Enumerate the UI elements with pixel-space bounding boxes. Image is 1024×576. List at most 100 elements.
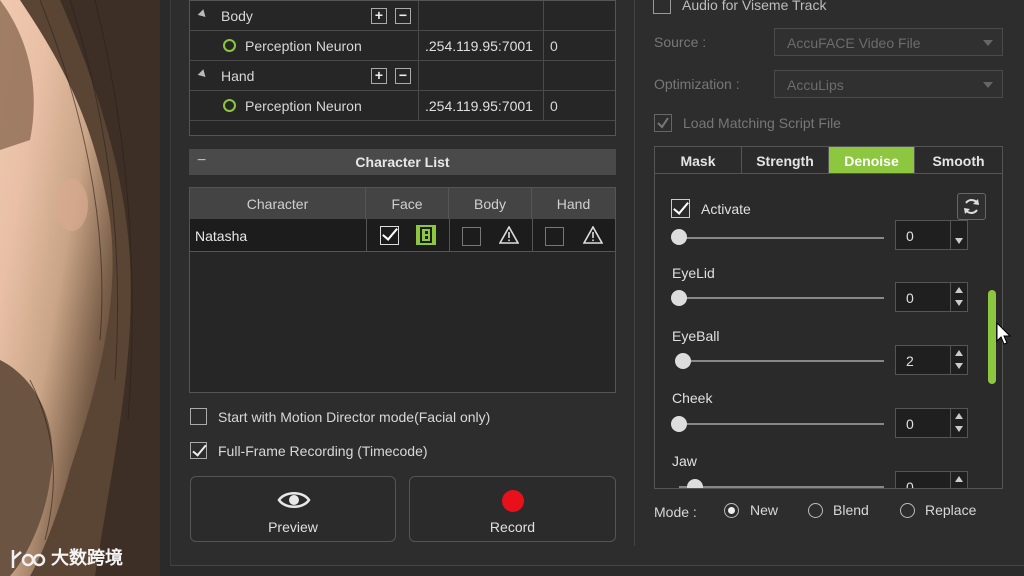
character-list-header[interactable]: − Character List — [189, 149, 616, 175]
tab-mask[interactable]: Mask — [655, 147, 742, 173]
slider-label-eyelid: EyeLid — [672, 265, 715, 281]
reset-button[interactable] — [957, 193, 986, 220]
mode-new-label: New — [750, 502, 779, 518]
full-frame-label: Full-Frame Recording (Timecode) — [218, 443, 428, 459]
decrement-icon[interactable] — [955, 300, 963, 306]
watermark: 大数跨境 — [10, 544, 123, 570]
status-indicator-icon — [223, 99, 236, 112]
slider-track[interactable] — [679, 423, 884, 425]
slider-track[interactable] — [679, 486, 884, 488]
source-label: Source : — [654, 34, 707, 50]
activate-checkbox[interactable] — [671, 199, 690, 218]
slider-label-eyeball: EyeBall — [672, 328, 720, 344]
warning-icon — [583, 226, 603, 244]
load-script-checkbox[interactable] — [654, 114, 672, 132]
spin-value: 0 — [906, 228, 914, 244]
app-window: Body + − Perception Neuron .254.119.95:7… — [0, 0, 1024, 576]
slider-track[interactable] — [679, 237, 884, 239]
add-device-button[interactable]: + — [371, 8, 387, 24]
face-checkbox[interactable] — [380, 226, 399, 245]
load-script-label: Load Matching Script File — [683, 115, 841, 131]
slider-label-jaw: Jaw — [672, 453, 697, 469]
add-device-button[interactable]: + — [371, 68, 387, 84]
remove-device-button[interactable]: − — [395, 68, 411, 84]
mode-replace-label: Replace — [925, 502, 977, 518]
optimization-label: Optimization : — [654, 76, 740, 92]
record-button[interactable]: Record — [409, 476, 616, 542]
source-select[interactable]: AccuFACE Video File — [774, 28, 1003, 56]
column-header-hand[interactable]: Hand — [532, 188, 615, 219]
tab-smooth[interactable]: Smooth — [915, 147, 1002, 173]
device-ip[interactable]: .254.119.95:7001 — [419, 91, 544, 120]
spin-value: 0 — [906, 290, 914, 306]
full-frame-checkbox[interactable] — [190, 442, 207, 459]
denoise-panel: Activate 0 EyeLid 0 EyeBall 2 Cheek 0 Ja… — [654, 174, 1003, 489]
slider-knob[interactable] — [671, 416, 687, 432]
mode-blend-label: Blend — [833, 502, 869, 518]
check-icon — [657, 117, 669, 129]
group-label: Hand — [221, 68, 255, 84]
value-spinbox[interactable]: 0 — [895, 220, 968, 250]
remove-device-button[interactable]: − — [395, 8, 411, 24]
optimization-select[interactable]: AccuLips — [774, 70, 1003, 98]
mode-blend-radio[interactable] — [808, 503, 823, 518]
decrement-icon[interactable] — [955, 238, 963, 244]
value-spinbox[interactable]: 2 — [895, 345, 968, 375]
mouse-cursor-icon — [996, 322, 1012, 345]
preview-label: Preview — [268, 519, 318, 535]
value-spinbox[interactable]: 0 — [895, 408, 968, 438]
value-spinbox[interactable]: 0 — [895, 282, 968, 312]
slider-knob[interactable] — [671, 290, 687, 306]
mode-new-radio[interactable] — [724, 503, 739, 518]
increment-icon[interactable] — [955, 350, 963, 356]
refresh-icon — [964, 199, 979, 214]
tab-denoise[interactable]: Denoise — [829, 147, 915, 173]
status-indicator-icon — [223, 39, 236, 52]
column-header-face[interactable]: Face — [366, 188, 449, 219]
viewport-3d[interactable] — [0, 0, 160, 576]
device-value[interactable]: 0 — [544, 31, 615, 60]
device-ip[interactable]: .254.119.95:7001 — [419, 31, 544, 60]
audio-viseme-checkbox[interactable] — [653, 0, 671, 14]
preview-button[interactable]: Preview — [190, 476, 396, 542]
table-row[interactable]: Natasha — [190, 219, 615, 252]
hand-checkbox[interactable] — [545, 227, 564, 246]
watermark-text: 大数跨境 — [51, 548, 124, 568]
spin-value: 0 — [906, 416, 914, 432]
slider-track[interactable] — [679, 297, 884, 299]
device-value[interactable]: 0 — [544, 91, 615, 120]
motion-director-checkbox[interactable] — [190, 408, 207, 425]
slider-track[interactable] — [679, 360, 884, 362]
eye-icon — [277, 492, 311, 508]
increment-icon[interactable] — [955, 476, 963, 482]
increment-icon[interactable] — [955, 287, 963, 293]
table-row[interactable]: Perception Neuron .254.119.95:7001 0 — [190, 91, 615, 121]
activate-label: Activate — [701, 201, 751, 217]
device-table: Body + − Perception Neuron .254.119.95:7… — [189, 0, 616, 136]
warning-icon — [499, 226, 519, 244]
tab-bar: Mask Strength Denoise Smooth — [654, 146, 1003, 174]
tab-strength[interactable]: Strength — [742, 147, 829, 173]
table-row[interactable]: Perception Neuron .254.119.95:7001 0 — [190, 31, 615, 61]
mode-replace-radio[interactable] — [900, 503, 915, 518]
column-header-body[interactable]: Body — [449, 188, 532, 219]
decrement-icon[interactable] — [955, 426, 963, 432]
table-row[interactable]: Hand + − — [190, 61, 615, 91]
scrollbar-thumb[interactable] — [988, 290, 996, 384]
slider-knob[interactable] — [687, 479, 704, 488]
face-device-icon[interactable] — [416, 225, 436, 245]
slider-knob[interactable] — [671, 229, 687, 245]
body-checkbox[interactable] — [462, 227, 481, 246]
panel-divider — [634, 0, 635, 546]
watermark-logo-icon — [11, 550, 46, 569]
value-spinbox[interactable]: 0 — [895, 471, 968, 488]
character-name: Natasha — [195, 228, 248, 244]
expand-arrow-icon[interactable] — [197, 9, 209, 20]
increment-icon[interactable] — [955, 413, 963, 419]
slider-knob[interactable] — [675, 353, 692, 369]
device-name: Perception Neuron — [245, 38, 362, 54]
table-row[interactable]: Body + − — [190, 1, 615, 31]
decrement-icon[interactable] — [955, 363, 963, 369]
column-header-character[interactable]: Character — [190, 188, 366, 219]
expand-arrow-icon[interactable] — [197, 69, 209, 80]
